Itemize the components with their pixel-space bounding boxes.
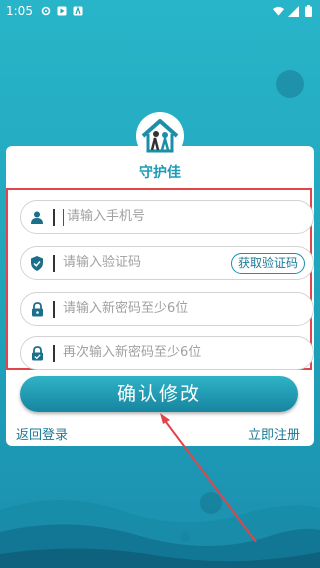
shield-icon	[29, 255, 45, 271]
status-bar: 1:05	[0, 0, 320, 22]
logo-text: 守护佳	[139, 165, 181, 181]
confirm-change-button[interactable]: 确认修改	[20, 376, 298, 412]
wifi-icon	[273, 6, 284, 17]
wave-decoration	[0, 500, 320, 568]
text-caret	[63, 209, 64, 226]
logo-circle	[136, 112, 184, 160]
signal-icon	[288, 5, 299, 17]
back-to-login-link[interactable]: 返回登录	[16, 424, 68, 443]
lock-icon	[29, 301, 45, 317]
register-now-link[interactable]: 立即注册	[248, 424, 300, 443]
app-logo: 守护佳	[122, 112, 198, 181]
confirm-password-input[interactable]: 再次输入新密码至少6位	[63, 337, 201, 369]
decor-bubble	[276, 70, 304, 98]
house-family-icon	[141, 119, 179, 153]
code-input[interactable]: 请输入验证码	[63, 247, 141, 279]
confirm-password-field[interactable]: 再次输入新密码至少6位	[20, 336, 314, 370]
phone-field[interactable]: 请输入手机号	[20, 200, 314, 234]
battery-icon	[303, 5, 314, 17]
field-divider	[53, 255, 55, 272]
field-divider	[53, 209, 55, 226]
field-divider	[53, 345, 55, 362]
field-divider	[53, 301, 55, 318]
settings-icon	[41, 6, 52, 17]
new-password-input[interactable]: 请输入新密码至少6位	[63, 293, 188, 325]
user-icon	[29, 209, 45, 225]
form-highlight-box: 请输入手机号 请输入验证码 获取验证码 请输入新密码至少6位 再次输入新密码至少…	[6, 188, 314, 370]
status-time: 1:05	[6, 4, 33, 18]
lock-check-icon	[29, 345, 45, 361]
get-code-button[interactable]: 获取验证码	[230, 253, 305, 274]
code-field[interactable]: 请输入验证码 获取验证码	[20, 246, 314, 280]
new-password-field[interactable]: 请输入新密码至少6位	[20, 292, 314, 326]
play-icon	[57, 6, 68, 17]
font-icon	[73, 6, 84, 17]
phone-input[interactable]: 请输入手机号	[67, 201, 145, 233]
